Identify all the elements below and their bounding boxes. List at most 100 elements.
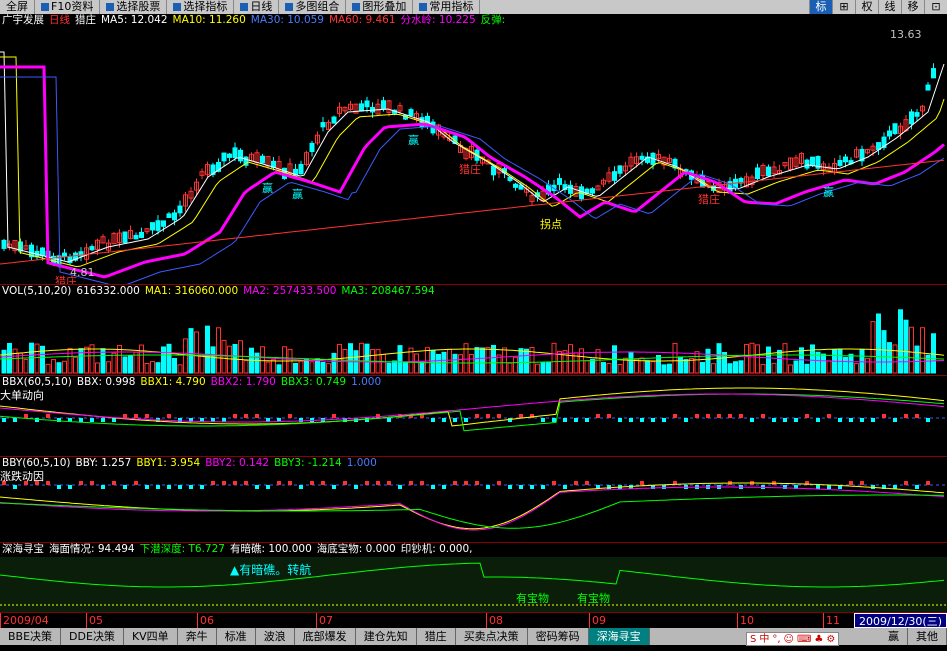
toolbar-right: 标 ⊞ 权 线 移 ⊡	[809, 0, 947, 14]
volume-bar	[931, 333, 936, 374]
volume-bar	[106, 361, 111, 374]
tab-standard[interactable]: 标准	[217, 628, 256, 645]
volume-bar	[667, 363, 672, 374]
bbx-bar	[79, 418, 83, 422]
tab-chip-code[interactable]: 密码筹码	[528, 628, 589, 645]
bbx2-line	[0, 393, 945, 423]
volume-bar	[821, 353, 826, 374]
ime-logo-icon[interactable]: S	[750, 633, 756, 645]
line-button[interactable]: 线	[878, 0, 901, 14]
tab-win[interactable]: 赢	[880, 628, 908, 645]
bbx-bar	[46, 414, 50, 418]
tab-deep-sea[interactable]: 深海寻宝	[588, 628, 650, 645]
move-button[interactable]: 移	[901, 0, 924, 14]
ime-skin-icon[interactable]: ♣	[814, 633, 823, 645]
common-indicator-button[interactable]: 常用指标	[413, 0, 481, 14]
deep-title: 深海寻宝	[2, 543, 44, 555]
select-indicator-button[interactable]: 选择指标	[167, 0, 235, 14]
volume-bar	[876, 313, 881, 374]
volume-bar	[711, 363, 716, 374]
bby-bar	[431, 485, 435, 489]
bbx-bar	[728, 414, 732, 418]
tab-bbe[interactable]: BBE决策	[0, 628, 62, 645]
ime-punct-icon[interactable]: °,	[772, 633, 780, 645]
volume-bar	[397, 345, 403, 374]
volume-bar	[518, 348, 524, 374]
ma30-label: MA30: 10.059	[250, 14, 324, 26]
candle-body	[843, 156, 848, 163]
date-label-0: 2009/04	[0, 613, 49, 628]
f10-button[interactable]: F10资料	[35, 0, 101, 14]
tab-build-position[interactable]: 建仓先知	[356, 628, 417, 645]
bby-bar	[508, 485, 512, 489]
deep-sea-panel[interactable]: 深海寻宝 海面情况: 94.494 下潜深度: T6.727 有暗礁: 100.…	[0, 543, 947, 612]
bbx1-value: BBX1: 4.790	[140, 376, 206, 388]
volume-panel[interactable]: VOL(5,10,20) 616332.000 MA1: 316060.000 …	[0, 285, 947, 375]
ime-chinese-icon[interactable]: 中	[759, 633, 769, 645]
volume-bar	[771, 362, 777, 374]
date-label-5: 09	[589, 613, 606, 628]
ime-emoji-icon[interactable]: ☺	[784, 633, 794, 645]
fullscreen-label: 全屏	[6, 0, 28, 13]
bby-bar	[255, 485, 259, 489]
tab-bull[interactable]: 奔牛	[178, 628, 217, 645]
rights-button[interactable]: 权	[855, 0, 878, 14]
mark-button[interactable]: 标	[809, 0, 832, 14]
volume-bar	[359, 342, 364, 374]
bbx-bar	[442, 418, 446, 422]
bbx-bar	[112, 418, 116, 422]
bby-bar	[574, 481, 578, 485]
bby-bar	[233, 481, 237, 485]
deep-sea-legend: 深海寻宝 海面情况: 94.494 下潜深度: T6.727 有暗礁: 100.…	[0, 543, 473, 556]
tab-trade-point[interactable]: 买卖点决策	[456, 628, 528, 645]
multi-chart-button[interactable]: 多图组合	[279, 0, 347, 14]
ime-toolbar[interactable]: S 中 °, ☺ ⌨ ♣ ⚙	[746, 632, 840, 646]
window-button[interactable]: ⊡	[924, 0, 947, 14]
volume-bar	[463, 343, 469, 374]
volume-bar	[524, 348, 529, 374]
bbx-panel[interactable]: BBX(60,5,10) BBX: 0.998 BBX1: 4.790 BBX2…	[0, 376, 947, 456]
grid-button[interactable]: ⊞	[832, 0, 855, 14]
bby-bar	[68, 485, 72, 489]
bbx-bar	[585, 418, 589, 422]
overlay-button[interactable]: 图形叠加	[346, 0, 414, 14]
daily-button[interactable]: 日线	[234, 0, 280, 14]
volume-bar	[386, 362, 392, 374]
fullscreen-button[interactable]: 全屏	[0, 0, 35, 14]
select-stock-button[interactable]: 选择股票	[100, 0, 168, 14]
volume-bar	[507, 362, 513, 374]
bby-bar	[310, 481, 314, 485]
bbx-bar	[750, 418, 754, 422]
volume-bar	[331, 352, 337, 374]
volume-bar	[62, 360, 67, 374]
candle-body	[810, 156, 815, 167]
candle-body	[804, 159, 810, 169]
ime-keyboard-icon[interactable]: ⌨	[797, 633, 811, 645]
bbx-bar	[519, 414, 523, 418]
bbx-bar	[893, 418, 897, 422]
bbx-value: BBX: 0.998	[76, 376, 136, 388]
volume-bar	[216, 327, 221, 374]
win-tag-3: 赢	[408, 134, 419, 147]
tab-bottom-burst[interactable]: 底部爆发	[295, 628, 356, 645]
ime-settings-icon[interactable]: ⚙	[826, 633, 835, 645]
bbx-bar	[13, 418, 17, 422]
volume-bar	[78, 348, 84, 374]
tab-other[interactable]: 其他	[908, 628, 947, 645]
bby-bar	[90, 481, 94, 485]
price-panel[interactable]: 广宇发展 日线 猎庄 MA5: 12.042 MA10: 11.260 MA30…	[0, 14, 947, 284]
tab-wave[interactable]: 波浪	[256, 628, 295, 645]
volume-bar	[452, 353, 458, 374]
tab-dde[interactable]: DDE决策	[61, 628, 124, 645]
treasure-tag-2: 有宝物	[577, 592, 610, 605]
tab-hunt[interactable]: 猎庄	[417, 628, 456, 645]
bby-panel[interactable]: BBY(60,5,10) BBY: 1.257 BBY1: 3.954 BBY2…	[0, 457, 947, 542]
bbx-bar	[849, 418, 853, 422]
bbx-bar	[332, 414, 336, 418]
volume-bar	[546, 361, 551, 374]
candle-body	[133, 234, 139, 240]
deep-treasure: 海底宝物: 0.000	[316, 543, 396, 555]
tab-kv[interactable]: KV四单	[124, 628, 178, 645]
volume-bar	[903, 319, 909, 374]
volume-bar	[425, 347, 430, 374]
